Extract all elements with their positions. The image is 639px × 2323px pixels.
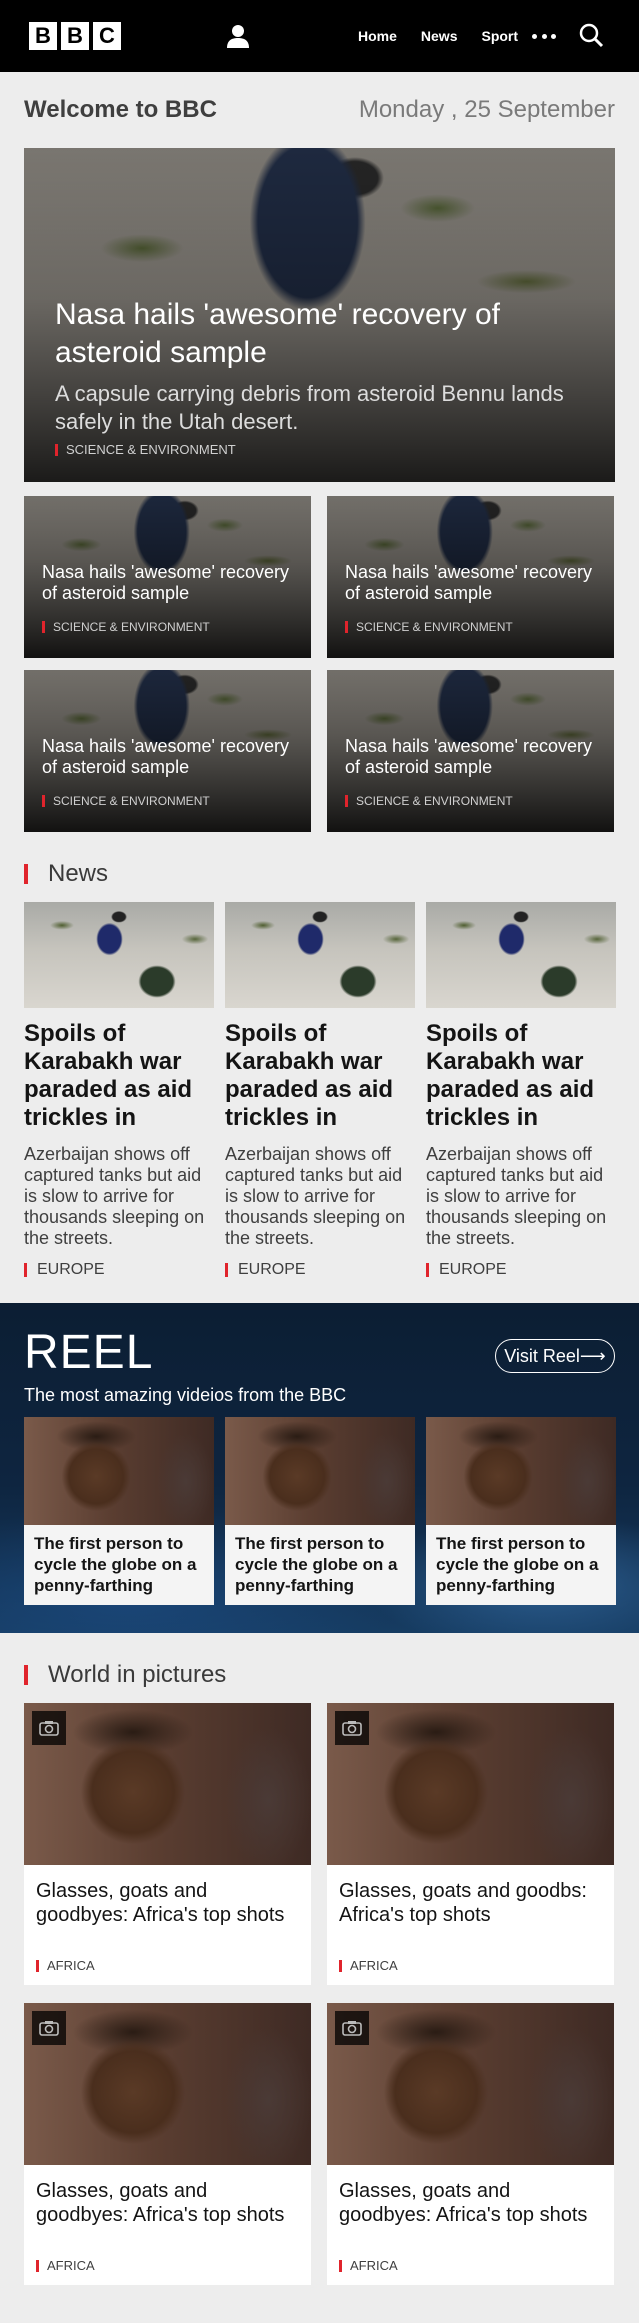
hero-story[interactable]: Nasa hails 'awesome' recovery of asteroi… <box>24 148 615 482</box>
gallery-card[interactable]: Glasses, goats and goodbyes: Africa's to… <box>24 1703 311 1985</box>
news-list: Spoils of Karabakh war paraded as aid tr… <box>24 902 616 1279</box>
gallery-headline[interactable]: Glasses, goats and goodbyes: Africa's to… <box>36 1879 299 1927</box>
story-card[interactable]: Nasa hails 'awesome' recovery of asteroi… <box>327 496 614 658</box>
news-card[interactable]: Spoils of Karabakh war paraded as aid tr… <box>24 902 214 1279</box>
camera-icon <box>32 1711 66 1745</box>
story-tag[interactable]: SCIENCE & ENVIRONMENT <box>345 794 600 808</box>
news-summary: Azerbaijan shows off captured tanks but … <box>24 1144 205 1248</box>
news-image[interactable] <box>426 902 616 1008</box>
main-nav: Home News Sport <box>358 0 518 72</box>
reel-card[interactable]: The first person to cycle the globe on a… <box>225 1417 415 1605</box>
welcome-title: Welcome to BBC <box>24 96 217 123</box>
news-image[interactable] <box>225 902 415 1008</box>
news-summary: Azerbaijan shows off captured tanks but … <box>225 1144 406 1248</box>
reel-video-thumbnail[interactable] <box>426 1417 616 1525</box>
gallery-image[interactable] <box>327 2003 614 2165</box>
logo-letter: B <box>29 22 57 50</box>
nav-home-link[interactable]: Home <box>358 28 397 44</box>
news-headline[interactable]: Spoils of Karabakh war paraded as aid tr… <box>426 1020 616 1132</box>
nav-sport-link[interactable]: Sport <box>481 28 518 44</box>
story-headline[interactable]: Nasa hails 'awesome' recovery of asteroi… <box>42 736 297 778</box>
hero-summary: A capsule carrying debris from asteroid … <box>55 381 564 434</box>
hero-headline[interactable]: Nasa hails 'awesome' recovery of asteroi… <box>55 296 591 372</box>
gallery-headline[interactable]: Glasses, goats and goodbyes: Africa's to… <box>339 2179 602 2227</box>
gallery-image[interactable] <box>327 1703 614 1865</box>
reel-section: REEL The most amazing videios from the B… <box>0 1303 639 1633</box>
reel-video-thumbnail[interactable] <box>24 1417 214 1525</box>
story-headline[interactable]: Nasa hails 'awesome' recovery of asteroi… <box>42 562 297 604</box>
reel-video-thumbnail[interactable] <box>225 1417 415 1525</box>
camera-icon <box>335 1711 369 1745</box>
reel-caption[interactable]: The first person to cycle the globe on a… <box>34 1533 204 1596</box>
news-card[interactable]: Spoils of Karabakh war paraded as aid tr… <box>426 902 616 1279</box>
reel-caption[interactable]: The first person to cycle the globe on a… <box>436 1533 606 1596</box>
story-card[interactable]: Nasa hails 'awesome' recovery of asteroi… <box>327 670 614 832</box>
news-headline[interactable]: Spoils of Karabakh war paraded as aid tr… <box>225 1020 415 1132</box>
news-card[interactable]: Spoils of Karabakh war paraded as aid tr… <box>225 902 415 1279</box>
gallery-tag[interactable]: AFRICA <box>339 2258 602 2273</box>
news-headline[interactable]: Spoils of Karabakh war paraded as aid tr… <box>24 1020 214 1132</box>
nav-news-link[interactable]: News <box>421 28 458 44</box>
visit-reel-button[interactable]: Visit Reel⟶ <box>495 1339 615 1373</box>
gallery-headline[interactable]: Glasses, goats and goodbyes: Africa's to… <box>36 2179 299 2227</box>
search-icon[interactable] <box>578 22 604 48</box>
story-tag[interactable]: SCIENCE & ENVIRONMENT <box>42 620 297 634</box>
current-date: Monday , 25 September <box>358 96 615 123</box>
story-card[interactable]: Nasa hails 'awesome' recovery of asteroi… <box>24 670 311 832</box>
reel-card[interactable]: The first person to cycle the globe on a… <box>24 1417 214 1605</box>
world-in-pictures-title[interactable]: World in pictures <box>48 1661 226 1689</box>
news-image[interactable] <box>24 902 214 1008</box>
reel-caption[interactable]: The first person to cycle the globe on a… <box>235 1533 405 1596</box>
news-tag[interactable]: EUROPE <box>24 1261 214 1279</box>
more-dots-icon[interactable] <box>532 26 556 46</box>
user-icon[interactable] <box>224 22 252 50</box>
news-section-heading: News <box>24 860 615 888</box>
top-stories-grid: Nasa hails 'awesome' recovery of asteroi… <box>24 496 615 832</box>
news-section-title[interactable]: News <box>48 860 108 888</box>
gallery-card[interactable]: Glasses, goats and goodbs: Africa's top … <box>327 1703 614 1985</box>
reel-logo[interactable]: REEL <box>24 1325 153 1380</box>
welcome-bar: Welcome to BBC Monday , 25 September <box>0 72 639 148</box>
gallery-headline[interactable]: Glasses, goats and goodbs: Africa's top … <box>339 1879 602 1927</box>
logo-letter: B <box>61 22 89 50</box>
camera-icon <box>32 2011 66 2045</box>
bbc-logo[interactable]: B B C <box>29 22 121 50</box>
reel-subtitle: The most amazing videios from the BBC <box>24 1385 347 1405</box>
gallery-tag[interactable]: AFRICA <box>36 2258 299 2273</box>
story-tag[interactable]: SCIENCE & ENVIRONMENT <box>345 620 600 634</box>
reel-card[interactable]: The first person to cycle the globe on a… <box>426 1417 616 1605</box>
story-tag[interactable]: SCIENCE & ENVIRONMENT <box>42 794 297 808</box>
gallery-tag[interactable]: AFRICA <box>36 1958 299 1973</box>
world-in-pictures-grid: Glasses, goats and goodbyes: Africa's to… <box>24 1703 615 2285</box>
news-tag[interactable]: EUROPE <box>225 1261 415 1279</box>
logo-letter: C <box>93 22 121 50</box>
top-nav-bar: B B C Home News Sport <box>0 0 639 72</box>
gallery-card[interactable]: Glasses, goats and goodbyes: Africa's to… <box>24 2003 311 2285</box>
gallery-tag[interactable]: AFRICA <box>339 1958 602 1973</box>
news-tag[interactable]: EUROPE <box>426 1261 616 1279</box>
story-card[interactable]: Nasa hails 'awesome' recovery of asteroi… <box>24 496 311 658</box>
news-summary: Azerbaijan shows off captured tanks but … <box>426 1144 607 1248</box>
story-headline[interactable]: Nasa hails 'awesome' recovery of asteroi… <box>345 736 600 778</box>
gallery-image[interactable] <box>24 1703 311 1865</box>
story-headline[interactable]: Nasa hails 'awesome' recovery of asteroi… <box>345 562 600 604</box>
gallery-image[interactable] <box>24 2003 311 2165</box>
world-in-pictures-heading: World in pictures <box>24 1661 615 1689</box>
hero-tag[interactable]: SCIENCE & ENVIRONMENT <box>55 442 591 457</box>
camera-icon <box>335 2011 369 2045</box>
gallery-card[interactable]: Glasses, goats and goodbyes: Africa's to… <box>327 2003 614 2285</box>
